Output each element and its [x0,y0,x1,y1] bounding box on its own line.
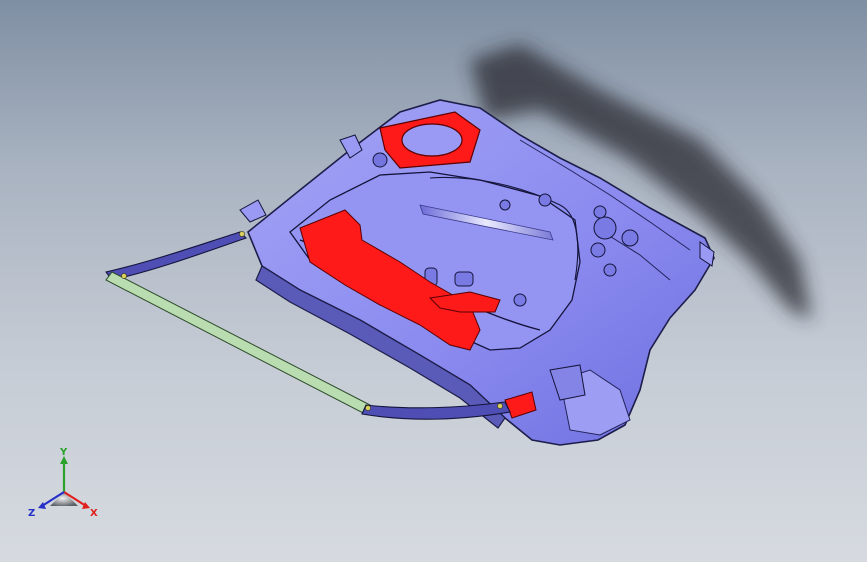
x-axis-label: X [90,508,98,519]
z-axis-label: Z [28,508,35,519]
graphics-viewport[interactable]: Y X Z [0,0,867,562]
orientation-triad[interactable]: Y X Z [24,446,104,526]
door-model[interactable] [0,0,867,562]
y-axis-label: Y [59,447,68,458]
